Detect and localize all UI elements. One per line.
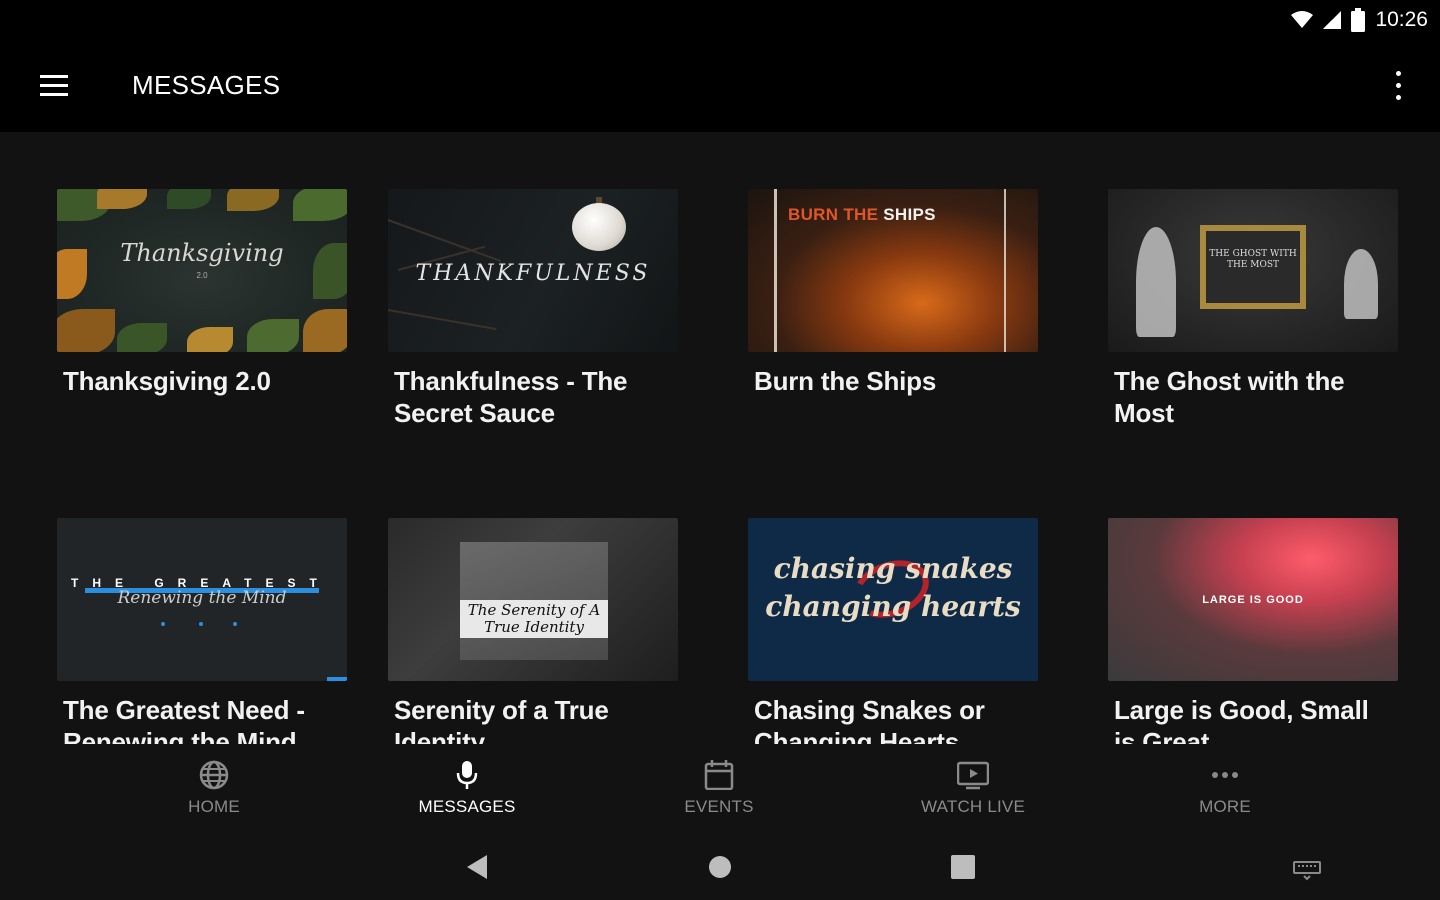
recents-square-icon[interactable] (946, 850, 980, 884)
nav-label: WATCH LIVE (920, 797, 1025, 816)
message-thumbnail: chasing snakes changing hearts (748, 518, 1038, 681)
pumpkin-image (572, 203, 626, 251)
microphone-icon (456, 761, 478, 789)
status-time: 10:26 (1375, 8, 1428, 31)
nav-label: HOME (188, 797, 240, 816)
message-thumbnail: THE GREATEST NEED Renewing the Mind (57, 518, 347, 681)
keyboard-icon[interactable] (1290, 850, 1324, 884)
thumbnail-subtext: 2.0 (196, 271, 208, 280)
thumbnail-text: The Serenity of A True Identity (460, 600, 608, 638)
message-title: Chasing Snakes or Changing Hearts (754, 695, 985, 744)
tv-play-icon (957, 761, 989, 790)
nav-item-home[interactable]: HOME (134, 744, 294, 832)
message-thumbnail: THANKFULNESS (388, 189, 678, 352)
message-title: The Greatest Need - Renewing the Mind (63, 695, 305, 744)
thumbnail-text: LARGE IS GOOD (1202, 594, 1304, 606)
nav-label: MORE (1199, 797, 1251, 816)
thumbnail-text: BURN THE SHIPS (788, 205, 936, 224)
nav-item-events[interactable]: EVENTS (639, 744, 799, 832)
picture-frame: THE GHOST WITH THE MOST (1200, 225, 1306, 309)
message-title: Large is Good, Small is Great (1114, 695, 1369, 744)
page-title: MESSAGES (132, 70, 281, 100)
message-title: Thankfulness - The Secret Sauce (394, 366, 628, 428)
nav-label: EVENTS (684, 797, 754, 816)
signal-icon (1323, 11, 1342, 29)
calendar-icon (704, 760, 734, 790)
nav-label: MESSAGES (418, 797, 516, 816)
thumbnail-text: chasing snakes changing hearts (765, 552, 1021, 623)
message-thumbnail: The Serenity of A True Identity (388, 518, 678, 681)
nav-item-watch-live[interactable]: WATCH LIVE (893, 744, 1053, 832)
wifi-icon (1291, 11, 1314, 28)
hamburger-menu-icon[interactable] (38, 71, 70, 101)
message-thumbnail: LARGE IS GOOD (1108, 518, 1398, 681)
message-title: The Ghost with the Most (1114, 366, 1345, 428)
nav-item-messages[interactable]: MESSAGES (387, 744, 547, 832)
globe-icon (199, 760, 229, 790)
system-navigation-bar (0, 832, 1440, 900)
nav-item-more[interactable]: MORE (1145, 744, 1305, 832)
message-title: Serenity of a True Identity (394, 695, 609, 744)
more-horizontal-icon (1212, 772, 1238, 778)
battery-icon (1351, 8, 1366, 32)
thumbnail-text: Thanksgiving (120, 239, 284, 267)
messages-grid: Thanksgiving 2.0 Thanksgiving 2.0 THANKF… (0, 132, 1440, 744)
thumbnail-subtext: Renewing the Mind (117, 588, 287, 608)
message-title: Burn the Ships (754, 366, 937, 396)
message-thumbnail: THE GHOST WITH THE MOST (1108, 189, 1398, 352)
message-thumbnail: Thanksgiving 2.0 (57, 189, 347, 352)
message-thumbnail: BURN THE SHIPS (748, 189, 1038, 352)
status-bar: 10:26 (0, 0, 1440, 40)
back-icon[interactable] (459, 850, 493, 884)
more-vertical-icon[interactable] (1386, 68, 1410, 104)
thumbnail-text: THANKFULNESS (415, 261, 651, 286)
status-icons: 10:26 (1291, 6, 1428, 34)
app-bar: MESSAGES (0, 40, 1440, 132)
home-circle-icon[interactable] (703, 850, 737, 884)
message-title: Thanksgiving 2.0 (63, 366, 271, 396)
bottom-navigation: HOME MESSAGES EVENTS WATCH LIVE MORE (0, 744, 1440, 832)
